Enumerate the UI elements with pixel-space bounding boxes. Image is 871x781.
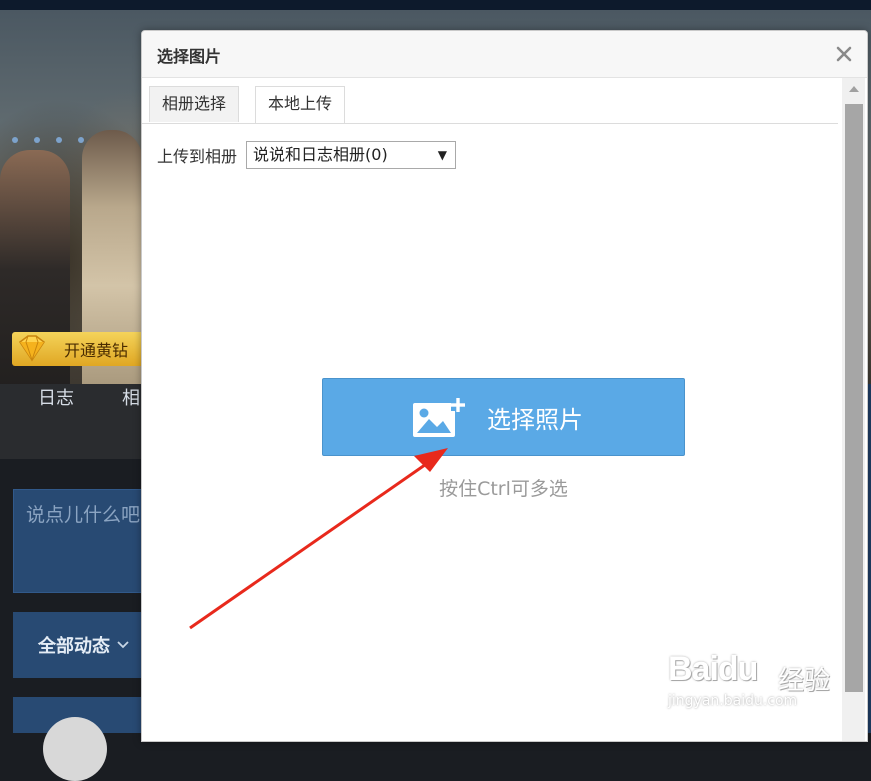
post-input-placeholder: 说点儿什么吧 [26,504,141,526]
feed-filter-label: 全部动态 [38,636,110,657]
top-bar [0,0,871,10]
watermark-url: jingyan.baidu.com [668,693,798,709]
diamond-icon [18,335,46,362]
select-image-dialog: 选择图片 相册选择 本地上传 上传到相册 说说和日志相册(0) ▼ 选择照片 按… [141,30,868,742]
scroll-thumb[interactable] [845,104,863,692]
scroll-up-arrow[interactable] [849,86,859,92]
watermark-brand: Baidu [668,650,758,688]
dropdown-arrow-icon: ▼ [437,148,448,162]
chevron-down-icon [117,641,129,649]
album-select[interactable]: 说说和日志相册(0) ▼ [246,141,457,169]
dialog-scrollbar[interactable] [842,78,865,741]
tab-local-upload[interactable]: 本地上传 [255,86,346,123]
avatar[interactable] [43,717,107,781]
upload-target-label: 上传到相册 [157,147,238,166]
dialog-title: 选择图片 [157,47,222,66]
image-add-icon [413,397,465,437]
close-icon[interactable] [833,43,855,65]
album-select-value: 说说和日志相册(0) [253,145,388,164]
select-photos-label: 选择照片 [487,405,583,434]
watermark-cn: 经验 [778,666,831,696]
vip-badge[interactable]: 开通黄钻 [12,332,146,366]
tab-album-select[interactable]: 相册选择 [149,86,240,122]
dialog-tabs: 相册选择 本地上传 [142,78,838,124]
upload-target-row: 上传到相册 说说和日志相册(0) ▼ [157,141,457,169]
baidu-watermark: Baidu 经验 jingyan.baidu.com [666,638,836,718]
nav-item-album[interactable]: 相 [122,384,140,410]
vip-badge-label: 开通黄钻 [64,341,129,360]
dialog-header: 选择图片 [142,31,867,78]
nav-item-diary[interactable]: 日志 [38,384,74,410]
select-photos-button[interactable]: 选择照片 [322,378,685,456]
multi-select-hint: 按住Ctrl可多选 [439,478,568,500]
